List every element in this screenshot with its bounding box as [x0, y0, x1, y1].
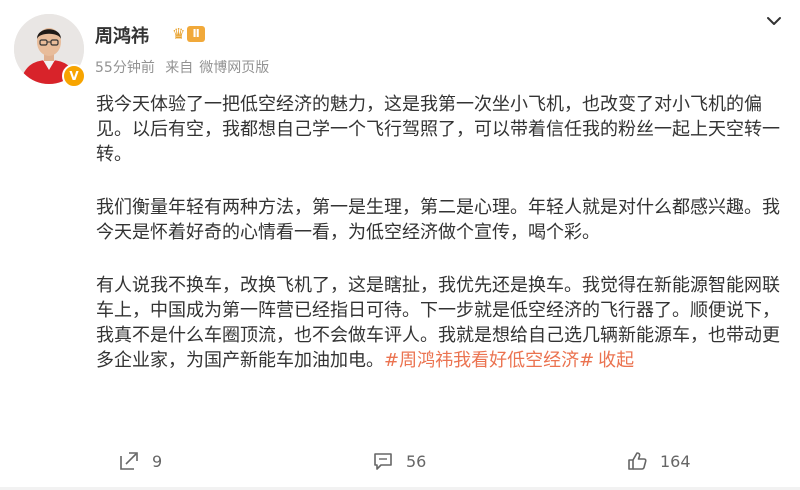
vip-badge[interactable]: ♛ Ⅱ: [172, 25, 205, 43]
like-count: 164: [660, 451, 691, 471]
comment-count: 56: [406, 451, 427, 471]
collapse-button[interactable]: 收起: [598, 350, 634, 371]
repost-icon: [120, 452, 138, 470]
action-bar: 9 56 164: [0, 446, 800, 476]
more-chevron-icon[interactable]: [764, 14, 784, 28]
comment-icon: [374, 453, 392, 470]
post-source[interactable]: 微博网页版: [199, 60, 269, 76]
like-icon: [628, 452, 647, 470]
post-meta: 55分钟前 来自 微博网页版: [95, 57, 275, 77]
hashtag-link[interactable]: #周鸿祎我看好低空经济#: [384, 350, 594, 371]
repost-count: 9: [152, 451, 163, 471]
username[interactable]: 周鸿祎: [95, 22, 149, 48]
repost-button[interactable]: 9: [118, 450, 162, 472]
like-button[interactable]: 164: [626, 450, 691, 472]
crown-icon: ♛: [172, 25, 186, 43]
post-paragraph-3: 有人说我不换车，改换飞机了，这是瞎扯，我优先还是换车。我觉得在新能源智能网联车上…: [96, 273, 786, 373]
post-paragraph-2: 我们衡量年轻有两种方法，第一是生理，第二是心理。年轻人就是对什么都感兴趣。我今天…: [96, 197, 780, 243]
post-content: 我今天体验了一把低空经济的魅力，这是我第一次坐小飞机，也改变了对小飞机的偏见。以…: [96, 92, 786, 373]
verified-icon: V: [62, 64, 86, 88]
post-time[interactable]: 55分钟前: [95, 60, 155, 76]
vip-level: Ⅱ: [187, 26, 205, 42]
post-paragraph-1: 我今天体验了一把低空经济的魅力，这是我第一次坐小飞机，也改变了对小飞机的偏见。以…: [96, 94, 780, 165]
comment-button[interactable]: 56: [372, 450, 426, 472]
source-prefix: 来自: [165, 60, 194, 76]
